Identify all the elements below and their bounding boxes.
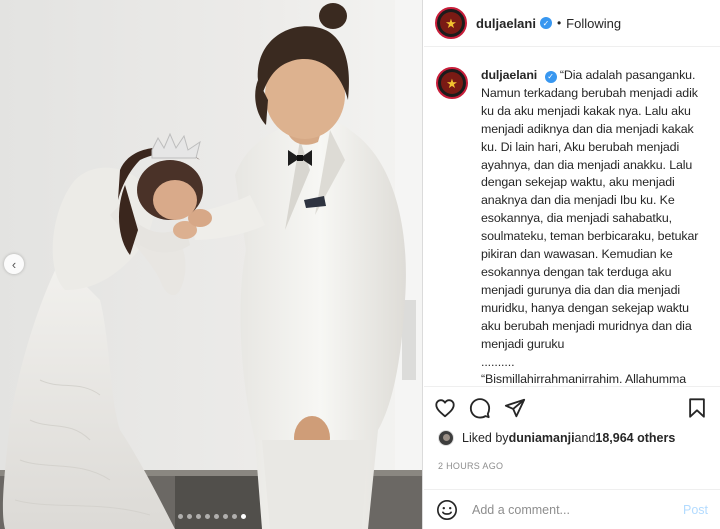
carousel-dot bbox=[186, 514, 192, 519]
comment-bar: Post bbox=[424, 489, 720, 529]
wedding-photo-image bbox=[0, 0, 422, 529]
header-username[interactable]: duljaelani bbox=[476, 16, 536, 31]
emoji-icon[interactable] bbox=[436, 499, 458, 521]
post-side-panel: ★ duljaelani ✓ • Following ★ duljaelani … bbox=[424, 0, 720, 529]
post-photo[interactable]: ‹ bbox=[0, 0, 423, 529]
carousel-dot bbox=[231, 514, 237, 519]
post-header: ★ duljaelani ✓ • Following bbox=[424, 0, 720, 47]
likes-and: and bbox=[574, 431, 596, 445]
post-comment-button[interactable]: Post bbox=[683, 503, 708, 517]
caption-username[interactable]: duljaelani bbox=[481, 68, 537, 82]
comment-icon[interactable] bbox=[469, 397, 491, 419]
verified-badge-icon: ✓ bbox=[539, 17, 552, 29]
post-timestamp[interactable]: 2 HOURS AGO bbox=[438, 461, 503, 471]
post-actions bbox=[424, 386, 720, 428]
likes-summary: Liked by duniamanji and 18,964 others bbox=[438, 430, 675, 446]
carousel-dot bbox=[177, 514, 183, 519]
star-logo-icon: ★ bbox=[440, 12, 462, 34]
carousel-dots bbox=[0, 514, 422, 519]
caption-text: duljaelani ✓ “Dia adalah pasanganku. Nam… bbox=[481, 67, 708, 386]
likes-others[interactable]: 18,964 others bbox=[595, 431, 675, 445]
following-button[interactable]: Following bbox=[566, 16, 621, 31]
heart-icon[interactable] bbox=[434, 397, 456, 419]
star-logo-icon: ★ bbox=[441, 72, 463, 94]
carousel-prev-button[interactable]: ‹ bbox=[4, 254, 24, 274]
carousel-dot bbox=[222, 514, 228, 519]
likes-prefix: Liked by bbox=[462, 431, 509, 445]
caption-avatar[interactable]: ★ bbox=[436, 67, 468, 99]
carousel-dot bbox=[213, 514, 219, 519]
header-separator: • bbox=[556, 16, 562, 30]
chevron-left-icon: ‹ bbox=[11, 256, 17, 272]
carousel-dot bbox=[204, 514, 210, 519]
share-icon[interactable] bbox=[504, 397, 526, 419]
bookmark-icon[interactable] bbox=[686, 397, 708, 419]
carousel-dot bbox=[195, 514, 201, 519]
liker-username[interactable]: duniamanji bbox=[509, 431, 575, 445]
caption-area: ★ duljaelani ✓ “Dia adalah pasanganku. N… bbox=[424, 47, 720, 386]
verified-badge-icon: ✓ bbox=[544, 70, 557, 83]
avatar[interactable]: ★ bbox=[435, 7, 467, 39]
liker-avatar[interactable] bbox=[438, 430, 454, 446]
carousel-dot bbox=[240, 514, 246, 519]
caption-body: “Dia adalah pasanganku. Namun terkadang … bbox=[481, 68, 699, 386]
comment-input[interactable] bbox=[472, 502, 683, 517]
